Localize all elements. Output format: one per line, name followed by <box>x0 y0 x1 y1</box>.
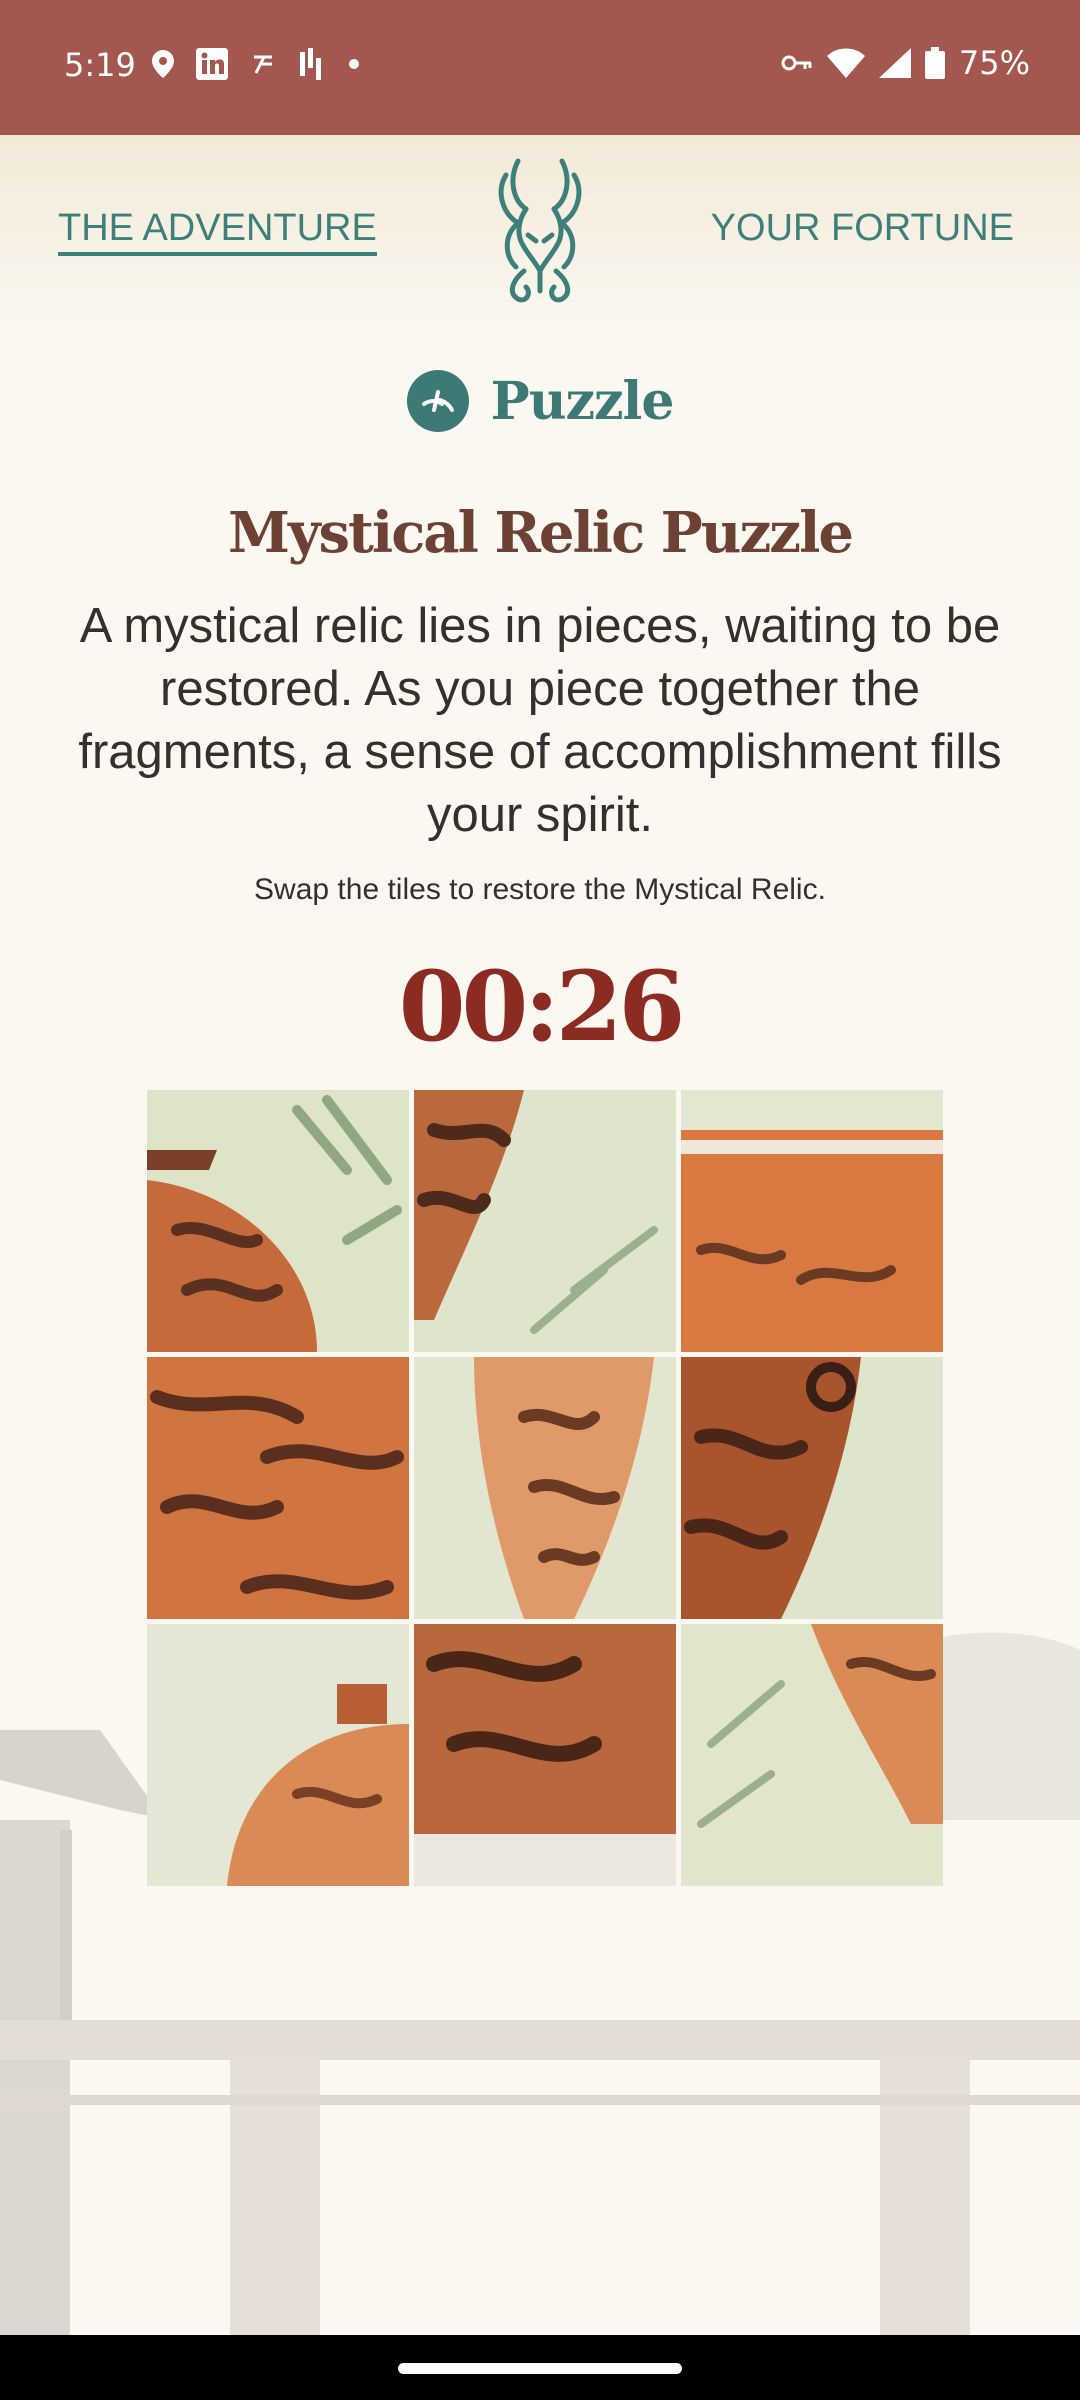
puzzle-board <box>147 1090 943 1886</box>
status-time: 5:19 <box>64 46 136 84</box>
puzzle-tile[interactable] <box>414 1090 676 1352</box>
puzzle-tile[interactable] <box>147 1624 409 1886</box>
section-title: Puzzle <box>490 370 675 432</box>
wifi-icon <box>826 48 865 78</box>
dot-icon <box>349 59 359 69</box>
location-icon <box>152 50 174 78</box>
puzzle-title: Mystical Relic Puzzle <box>228 500 854 566</box>
puzzle-tile[interactable] <box>681 1090 943 1352</box>
nav-the-adventure[interactable]: THE ADVENTURE <box>58 207 377 256</box>
nav-your-fortune[interactable]: YOUR FORTUNE <box>711 207 1014 250</box>
section-header: Puzzle <box>0 370 1080 432</box>
puzzle-timer: 00:26 <box>398 950 686 1063</box>
vpn-key-icon <box>781 55 812 71</box>
puzzle-tile[interactable] <box>147 1090 409 1352</box>
home-indicator[interactable] <box>398 2363 682 2374</box>
puzzle-tile[interactable] <box>414 1357 676 1619</box>
puzzle-description: A mystical relic lies in pieces, waiting… <box>78 599 1002 842</box>
puzzle-tile[interactable] <box>147 1357 409 1619</box>
puzzle-tile[interactable] <box>414 1624 676 1886</box>
puzzle-tile[interactable] <box>681 1624 943 1886</box>
signal-icon <box>878 48 911 78</box>
podcast-icon <box>300 48 321 80</box>
app-header: THE ADVENTURE YOUR FORTUNE <box>0 135 1080 335</box>
battery-percentage: 75% <box>958 44 1030 82</box>
puzzle-instruction: Swap the tiles to restore the Mystical R… <box>254 873 826 906</box>
linkedin-icon <box>196 48 228 80</box>
status-bar: 5:19 75% <box>0 0 1080 135</box>
status-icons-left <box>152 48 360 80</box>
battery-icon <box>924 47 945 79</box>
dragon-logo-icon[interactable] <box>478 151 602 308</box>
app-icon <box>254 55 272 74</box>
status-icons-right: 75% <box>781 44 1030 82</box>
puzzle-icon <box>406 370 469 432</box>
puzzle-tile[interactable] <box>681 1357 943 1619</box>
